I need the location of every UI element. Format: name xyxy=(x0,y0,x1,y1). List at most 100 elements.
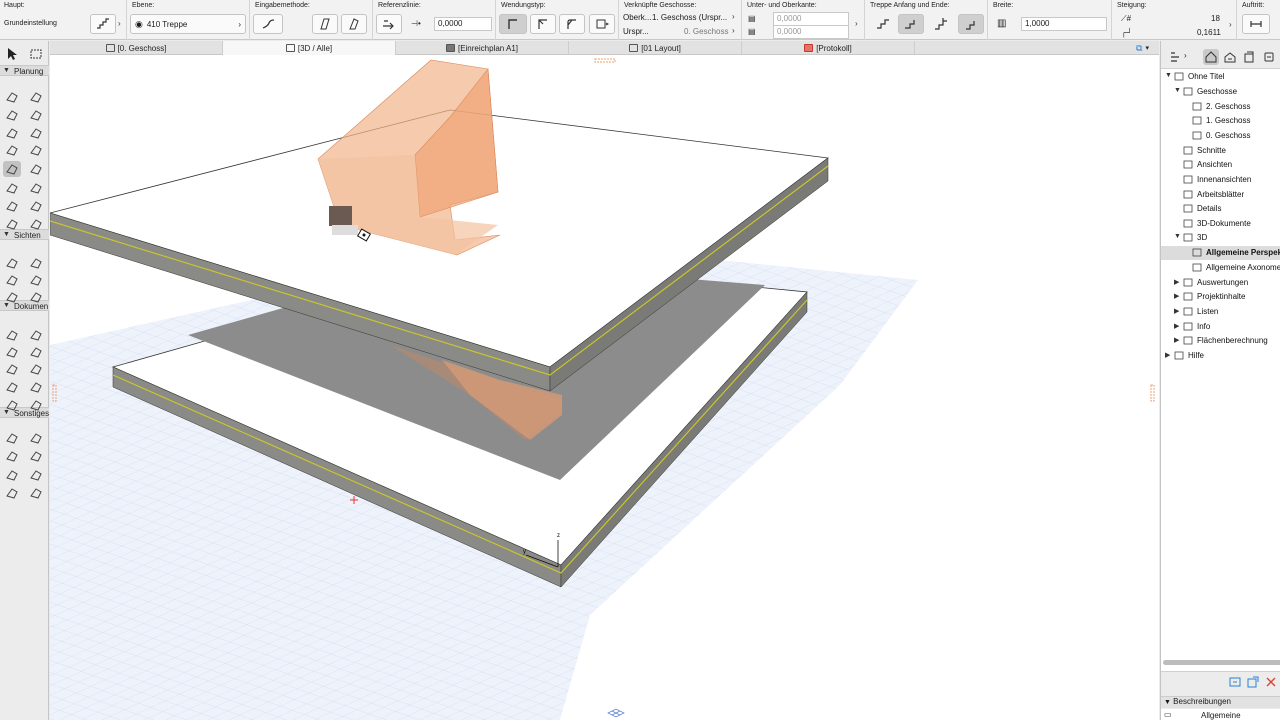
tree-item[interactable]: 3D-Dokumente xyxy=(1161,217,1280,231)
tab-0-geschoss[interactable]: [0. Geschoss] xyxy=(50,41,223,55)
tree-item[interactable]: ▶ Projektinhalte xyxy=(1161,290,1280,304)
chevron-right-icon[interactable]: › xyxy=(1229,20,1232,29)
tread-settings-button[interactable] xyxy=(1242,14,1270,34)
geometry-method-1-button[interactable] xyxy=(312,14,338,34)
level-dimension-tool[interactable] xyxy=(27,327,45,343)
bottom-offset-field[interactable]: 0,0000 xyxy=(773,25,849,39)
slab-tool[interactable] xyxy=(27,107,45,123)
3d-viewport[interactable]: z y xyxy=(50,55,1159,720)
navigator-horizontal-scrollbar[interactable] xyxy=(1163,660,1280,665)
triangle-right-icon[interactable]: ▶ xyxy=(1165,351,1170,359)
triangle-right-icon[interactable]: ▶ xyxy=(1174,278,1179,286)
circle-tool[interactable] xyxy=(3,379,21,395)
favorite-setting[interactable]: Grundeinstellung xyxy=(4,20,57,27)
layer-dropdown[interactable]: ◉ 410 Treppe › xyxy=(130,14,246,34)
zone-tool[interactable] xyxy=(3,216,21,232)
door-window-tool[interactable] xyxy=(27,467,45,483)
start-type-2-button[interactable] xyxy=(898,14,924,34)
section-tool[interactable] xyxy=(3,255,21,271)
detail-tool[interactable] xyxy=(3,289,21,305)
chevron-right-icon[interactable]: › xyxy=(732,26,735,35)
top-split-handle[interactable] xyxy=(594,58,616,63)
interior-elevation-tool[interactable] xyxy=(3,272,21,288)
skylight-tool[interactable] xyxy=(3,142,21,158)
bottom-link-value[interactable]: 0. Geschoss xyxy=(684,27,728,36)
text-tool[interactable] xyxy=(3,344,21,360)
descriptions-header[interactable]: ▼ Beschreibungen xyxy=(1161,696,1280,708)
chevron-right-icon[interactable]: › xyxy=(732,12,735,21)
column-tool[interactable] xyxy=(27,89,45,105)
end-type-2-button[interactable] xyxy=(958,14,984,34)
view-map-button[interactable] xyxy=(1222,49,1238,65)
tree-item[interactable]: 0. Geschoss xyxy=(1161,129,1280,143)
publisher-sets-button[interactable] xyxy=(1261,49,1277,65)
navigation-cube-icon[interactable] xyxy=(607,708,625,718)
triangle-down-icon[interactable]: ▼ xyxy=(1174,87,1181,94)
marquee-tool[interactable] xyxy=(27,46,45,62)
figure-tool[interactable] xyxy=(3,448,21,464)
reference-line-button[interactable] xyxy=(376,14,402,34)
chevron-right-icon[interactable]: › xyxy=(855,19,858,28)
turn-type-landing-button[interactable] xyxy=(499,14,527,34)
tab-einreichplan[interactable]: [Einreichplan A1] xyxy=(396,41,569,55)
tree-item[interactable]: Innenansichten xyxy=(1161,173,1280,187)
railing-tool[interactable] xyxy=(27,161,45,177)
triangle-right-icon[interactable]: ▶ xyxy=(1174,292,1179,300)
arc-tool[interactable] xyxy=(27,379,45,395)
tree-item[interactable]: 1. Geschoss xyxy=(1161,114,1280,128)
tab-protokoll[interactable]: [Protokoll] xyxy=(742,41,915,55)
window-tool[interactable] xyxy=(3,198,21,214)
roof-tool[interactable] xyxy=(3,125,21,141)
delete-icon[interactable] xyxy=(1265,676,1277,688)
tree-item[interactable]: Ansichten xyxy=(1161,158,1280,172)
lamp-tool[interactable] xyxy=(27,180,45,196)
wall-tool[interactable] xyxy=(3,89,21,105)
turn-type-dropdown[interactable] xyxy=(589,14,615,34)
worksheet-tool[interactable] xyxy=(27,272,45,288)
tree-item[interactable]: ▼ Ohne Titel xyxy=(1161,70,1280,84)
mesh-tool[interactable] xyxy=(27,216,45,232)
curtain-wall-tool[interactable] xyxy=(27,142,45,158)
stair-settings-button[interactable] xyxy=(90,14,116,34)
beam-tool[interactable] xyxy=(3,107,21,123)
tree-item[interactable]: ▶ Hilfe xyxy=(1161,349,1280,363)
camera-tool[interactable] xyxy=(27,485,45,501)
riser-count-field[interactable]: 18 xyxy=(1211,14,1220,23)
tree-item[interactable]: ▶ Flächenberechnung xyxy=(1161,334,1280,348)
tree-item[interactable]: Allgemeine Axonometrie xyxy=(1161,261,1280,275)
chevron-right-icon[interactable]: › xyxy=(118,19,121,28)
triangle-down-icon[interactable]: ▼ xyxy=(1174,233,1181,240)
polyline-tool[interactable] xyxy=(3,397,21,413)
turn-type-winder-button[interactable] xyxy=(530,14,556,34)
stair-tool[interactable] xyxy=(3,161,21,177)
description-row[interactable]: ▭ Allgemeine Perspekt... xyxy=(1161,709,1280,720)
triangle-right-icon[interactable]: ▶ xyxy=(1174,336,1179,344)
tree-item[interactable]: Allgemeine Perspektive xyxy=(1161,246,1280,260)
elevation-tool[interactable] xyxy=(27,255,45,271)
layout-book-button[interactable] xyxy=(1241,49,1257,65)
triangle-down-icon[interactable]: ▼ xyxy=(1165,72,1172,79)
line-tool[interactable] xyxy=(27,361,45,377)
tree-item[interactable]: Details xyxy=(1161,202,1280,216)
toolbox-section-planung[interactable]: ▼ Planung xyxy=(0,65,49,76)
label-tool[interactable] xyxy=(27,344,45,360)
navigator-options-button[interactable] xyxy=(1167,49,1183,65)
end-type-1-button[interactable] xyxy=(928,14,954,34)
view-options-button[interactable]: ⧉ ▾ xyxy=(1126,41,1159,55)
tree-item[interactable]: ▼ 3D xyxy=(1161,231,1280,245)
start-type-1-button[interactable] xyxy=(870,14,896,34)
change-tool[interactable] xyxy=(27,289,45,305)
top-offset-field[interactable]: 0,0000 xyxy=(773,12,849,26)
input-method-button[interactable] xyxy=(253,14,283,34)
tree-item[interactable]: Arbeitsblätter xyxy=(1161,188,1280,202)
reference-offset-field[interactable]: 0,0000 xyxy=(434,17,492,31)
project-map-button[interactable] xyxy=(1203,49,1219,65)
door-tool[interactable] xyxy=(27,198,45,214)
riser-height-field[interactable]: 0,1611 xyxy=(1197,28,1221,37)
lighting-tool[interactable] xyxy=(3,485,21,501)
triangle-right-icon[interactable]: ▶ xyxy=(1174,307,1179,315)
tab-01-layout[interactable]: [01 Layout] xyxy=(569,41,742,55)
fill-tool[interactable] xyxy=(3,361,21,377)
new-view-icon[interactable] xyxy=(1247,676,1259,688)
shell-tool[interactable] xyxy=(27,125,45,141)
